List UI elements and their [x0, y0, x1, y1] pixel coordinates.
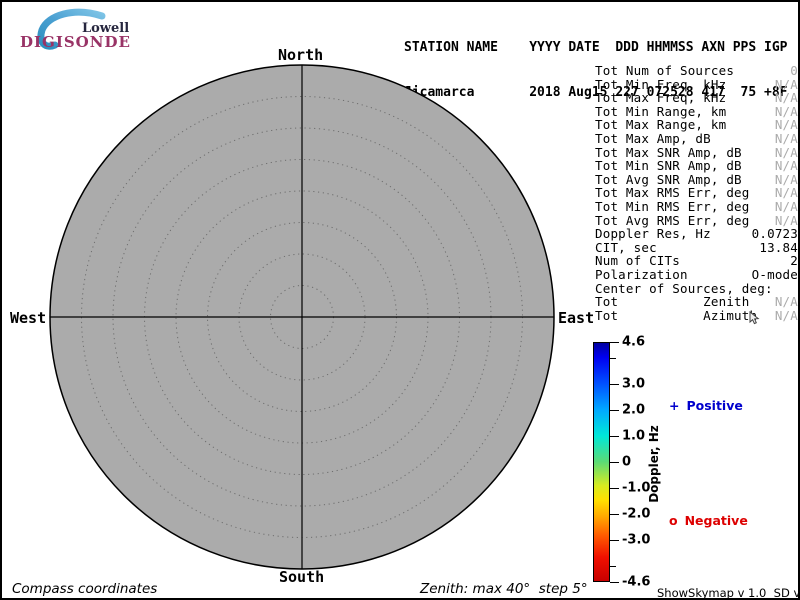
colorbar-tick-label: 1.0: [622, 428, 646, 444]
stat-row: Doppler Res, Hz 0.0723: [595, 227, 798, 241]
stat-value: N/A: [774, 171, 798, 187]
colorbar-tick: [610, 342, 619, 343]
stat-value: 0: [790, 63, 798, 78]
stat-row: Tot Max Amp, dB N/A: [595, 132, 798, 146]
stat-row: Polarization O-mode: [595, 268, 798, 282]
showskymap-window: Lowell DIGISONDE STATION NAME YYYY DATE …: [0, 0, 800, 600]
stat-value: 2: [790, 253, 798, 269]
stat-value: N/A: [774, 307, 798, 323]
compass-label-south: South: [279, 568, 325, 586]
stat-label: Polarization: [595, 266, 688, 282]
zenith-scale-label: Zenith: max 40° step 5°: [420, 581, 588, 597]
stat-row: Center of Sources, deg:: [595, 280, 798, 296]
version-label: ShowSkymap v 1.0 SD v 4.2: [657, 586, 800, 600]
colorbar-tick-label: 2.0: [622, 402, 646, 418]
stat-row: Tot Max Freq, kHz N/A: [595, 91, 798, 105]
colorbar-tick-label: -4.6: [622, 574, 651, 590]
colorbar-tick-label: 4.6: [622, 334, 646, 350]
stat-row: Tot Min Freq, kHz N/A: [595, 76, 798, 92]
coordinate-system-label: Compass coordinates: [12, 581, 158, 597]
compass-label-east: East: [558, 309, 595, 327]
stat-value: N/A: [774, 130, 798, 146]
stat-value: 0.0723: [751, 226, 798, 242]
stat-value: N/A: [774, 198, 798, 214]
stat-row: Tot Avg RMS Err, deg N/A: [595, 212, 798, 228]
stat-label: Tot Min Range, km: [595, 103, 727, 119]
stat-label: Tot Min RMS Err, deg: [595, 198, 750, 214]
compass-label-north: North: [278, 46, 324, 64]
stat-label: Tot Num of Sources: [595, 63, 735, 78]
legend-positive: + Positive: [669, 398, 743, 413]
stat-label: Num of CITs: [595, 253, 680, 269]
stat-row: Tot Azimuth N/A: [595, 309, 798, 323]
stat-label: Tot Avg RMS Err, deg: [595, 212, 750, 228]
legend-positive-label: Positive: [686, 398, 743, 413]
stat-label: CIT, sec: [595, 239, 657, 255]
stat-label: Doppler Res, Hz: [595, 226, 711, 242]
doppler-colorbar: 4.6 3.0 2.0 1.0 0 -1.0 -2.0 -3.0 -4.6: [593, 335, 798, 590]
stat-value: 13.84: [759, 239, 798, 255]
mouse-cursor-icon: [749, 311, 760, 325]
stat-row: Tot Min SNR Amp, dB N/A: [595, 159, 798, 173]
stat-label: Tot Max Freq, kHz: [595, 90, 727, 106]
stat-value: N/A: [774, 144, 798, 160]
stat-label: Tot Max Range, km: [595, 117, 727, 133]
stat-row: Tot Min RMS Err, deg N/A: [595, 200, 798, 214]
stat-label: Tot Min SNR Amp, dB: [595, 158, 742, 174]
colorbar-tick: [610, 462, 619, 463]
legend-negative-label: Negative: [684, 513, 748, 528]
colorbar-title: Doppler, Hz: [647, 425, 661, 503]
stat-row: Tot Num of Sources 0: [595, 64, 798, 78]
colorbar-tick-label: 0: [622, 454, 632, 470]
stat-label: Tot Zenith: [595, 294, 750, 310]
colorbar-tick: [610, 514, 619, 516]
colorbar-tick-label: -3.0: [622, 532, 651, 548]
plus-marker-icon: +: [669, 398, 680, 413]
stat-row: Num of CITs 2: [595, 254, 798, 268]
colorbar-tick: [610, 383, 619, 385]
stat-label: Center of Sources, deg:: [595, 280, 773, 296]
colorbar-tick: [610, 540, 619, 542]
colorbar-tick: [610, 582, 619, 583]
stat-label: Tot Avg SNR Amp, dB: [595, 171, 742, 187]
stat-row: Tot Max RMS Err, deg N/A: [595, 186, 798, 200]
stat-row: Tot Min Range, km N/A: [595, 105, 798, 119]
stat-value: N/A: [774, 185, 798, 201]
stat-label: Tot Max RMS Err, deg: [595, 185, 750, 201]
stat-value: N/A: [774, 294, 798, 310]
stat-value: N/A: [774, 212, 798, 228]
stat-row: Tot Zenith N/A: [595, 295, 798, 309]
colorbar-tick-label: -2.0: [622, 506, 651, 522]
colorbar-tick: [610, 409, 619, 411]
stat-value: N/A: [774, 90, 798, 106]
stat-label: Tot Max Amp, dB: [595, 130, 711, 146]
colorbar-tick-label: 3.0: [622, 376, 646, 392]
stat-value: N/A: [774, 117, 798, 133]
stat-row: Tot Max SNR Amp, dB N/A: [595, 144, 798, 160]
stat-label: Tot Min Freq, kHz: [595, 76, 727, 92]
colorbar-gradient: [593, 342, 610, 582]
stat-row: CIT, sec 13.84: [595, 241, 798, 255]
colorbar-tick: [610, 488, 619, 490]
colorbar-tick: [610, 566, 616, 568]
stat-row: Tot Avg SNR Amp, dB N/A: [595, 173, 798, 187]
legend-negative: o Negative: [669, 513, 748, 528]
colorbar-tick: [610, 357, 616, 359]
stat-value: N/A: [774, 158, 798, 174]
stat-value: O-mode: [751, 266, 798, 282]
stat-row: Tot Max Range, km N/A: [595, 118, 798, 132]
circle-marker-icon: o: [669, 513, 678, 528]
stat-value: N/A: [774, 76, 798, 92]
stat-value: N/A: [774, 103, 798, 119]
compass-label-west: West: [10, 309, 47, 327]
stats-rows: Tot Num of Sources 0 Tot Min Freq, kHz N/A T…: [595, 64, 798, 322]
stat-label: Tot Max SNR Amp, dB: [595, 144, 742, 160]
stats-panel: Tot Num of Sources 0 Tot Min Freq, kHz N/A T…: [595, 64, 798, 322]
stat-label: Tot Azimuth: [595, 307, 758, 323]
colorbar-tick: [610, 435, 619, 437]
